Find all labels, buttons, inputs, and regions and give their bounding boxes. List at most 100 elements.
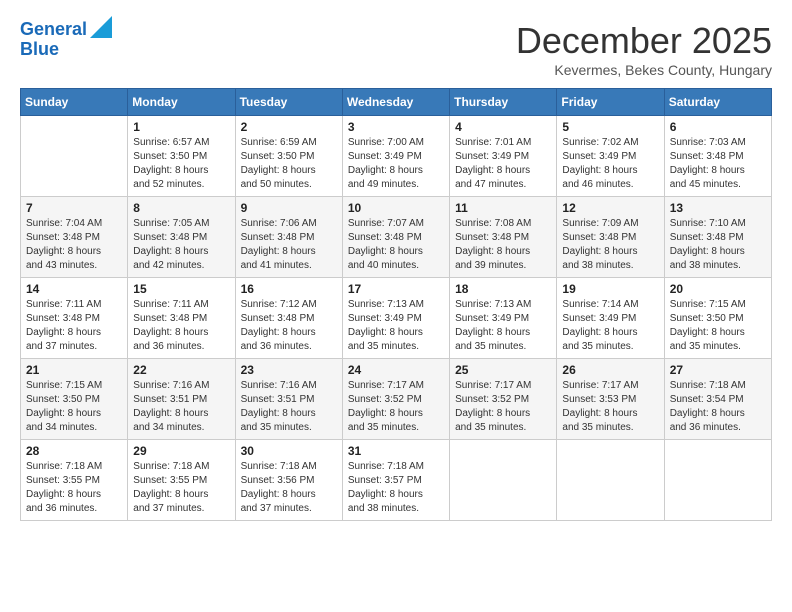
day-cell: 4 Sunrise: 7:01 AM Sunset: 3:49 PM Daylig…	[450, 116, 557, 197]
day-cell	[450, 440, 557, 521]
day-cell: 7 Sunrise: 7:04 AM Sunset: 3:48 PM Daylig…	[21, 197, 128, 278]
day-number: 8	[133, 201, 229, 215]
logo: General Blue	[20, 20, 112, 60]
day-info: Sunrise: 7:14 AM Sunset: 3:49 PM Dayligh…	[562, 298, 658, 354]
day-number: 19	[562, 282, 658, 296]
day-info: Sunrise: 7:16 AM Sunset: 3:51 PM Dayligh…	[241, 379, 337, 435]
day-cell: 31 Sunrise: 7:18 AM Sunset: 3:57 PM Dayli…	[342, 440, 449, 521]
day-number: 15	[133, 282, 229, 296]
day-number: 1	[133, 120, 229, 134]
day-info: Sunrise: 7:08 AM Sunset: 3:48 PM Dayligh…	[455, 217, 551, 273]
day-number: 18	[455, 282, 551, 296]
day-number: 14	[26, 282, 122, 296]
day-info: Sunrise: 7:15 AM Sunset: 3:50 PM Dayligh…	[670, 298, 766, 354]
day-cell	[21, 116, 128, 197]
days-header-row: SundayMondayTuesdayWednesdayThursdayFrid…	[21, 89, 772, 116]
day-number: 13	[670, 201, 766, 215]
day-info: Sunrise: 7:16 AM Sunset: 3:51 PM Dayligh…	[133, 379, 229, 435]
day-number: 2	[241, 120, 337, 134]
month-title: December 2025	[516, 20, 772, 62]
day-cell: 22 Sunrise: 7:16 AM Sunset: 3:51 PM Dayli…	[128, 359, 235, 440]
title-block: December 2025 Kevermes, Bekes County, Hu…	[516, 20, 772, 78]
day-cell: 21 Sunrise: 7:15 AM Sunset: 3:50 PM Dayli…	[21, 359, 128, 440]
day-cell: 30 Sunrise: 7:18 AM Sunset: 3:56 PM Dayli…	[235, 440, 342, 521]
day-number: 30	[241, 444, 337, 458]
day-info: Sunrise: 6:59 AM Sunset: 3:50 PM Dayligh…	[241, 136, 337, 192]
day-info: Sunrise: 7:11 AM Sunset: 3:48 PM Dayligh…	[133, 298, 229, 354]
week-row-5: 28 Sunrise: 7:18 AM Sunset: 3:55 PM Dayli…	[21, 440, 772, 521]
page-header: General Blue December 2025 Kevermes, Bek…	[20, 20, 772, 78]
day-number: 9	[241, 201, 337, 215]
day-info: Sunrise: 7:10 AM Sunset: 3:48 PM Dayligh…	[670, 217, 766, 273]
day-cell: 25Sunrise: 7:17 AM Sunset: 3:52 PM Dayli…	[450, 359, 557, 440]
day-cell: 26Sunrise: 7:17 AM Sunset: 3:53 PM Dayli…	[557, 359, 664, 440]
day-number: 24	[348, 363, 444, 377]
day-cell: 17Sunrise: 7:13 AM Sunset: 3:49 PM Dayli…	[342, 278, 449, 359]
day-info: Sunrise: 7:06 AM Sunset: 3:48 PM Dayligh…	[241, 217, 337, 273]
day-info: Sunrise: 7:15 AM Sunset: 3:50 PM Dayligh…	[26, 379, 122, 435]
day-cell: 23 Sunrise: 7:16 AM Sunset: 3:51 PM Dayli…	[235, 359, 342, 440]
day-cell: 15 Sunrise: 7:11 AM Sunset: 3:48 PM Dayli…	[128, 278, 235, 359]
day-number: 6	[670, 120, 766, 134]
day-info: Sunrise: 7:18 AM Sunset: 3:57 PM Dayligh…	[348, 460, 444, 516]
day-info: Sunrise: 7:18 AM Sunset: 3:55 PM Dayligh…	[26, 460, 122, 516]
day-cell: 1 Sunrise: 6:57 AM Sunset: 3:50 PM Daylig…	[128, 116, 235, 197]
logo-icon	[90, 16, 112, 38]
logo-text-line1: General	[20, 20, 87, 40]
day-cell: 5 Sunrise: 7:02 AM Sunset: 3:49 PM Daylig…	[557, 116, 664, 197]
day-cell: 6 Sunrise: 7:03 AM Sunset: 3:48 PM Daylig…	[664, 116, 771, 197]
day-number: 23	[241, 363, 337, 377]
day-number: 20	[670, 282, 766, 296]
day-cell: 20 Sunrise: 7:15 AM Sunset: 3:50 PM Dayli…	[664, 278, 771, 359]
day-info: Sunrise: 7:13 AM Sunset: 3:49 PM Dayligh…	[455, 298, 551, 354]
day-number: 31	[348, 444, 444, 458]
day-number: 5	[562, 120, 658, 134]
day-info: Sunrise: 7:04 AM Sunset: 3:48 PM Dayligh…	[26, 217, 122, 273]
day-info: Sunrise: 7:05 AM Sunset: 3:48 PM Dayligh…	[133, 217, 229, 273]
day-cell: 3 Sunrise: 7:00 AM Sunset: 3:49 PM Daylig…	[342, 116, 449, 197]
day-cell: 13 Sunrise: 7:10 AM Sunset: 3:48 PM Dayli…	[664, 197, 771, 278]
day-info: Sunrise: 7:07 AM Sunset: 3:48 PM Dayligh…	[348, 217, 444, 273]
week-row-2: 7 Sunrise: 7:04 AM Sunset: 3:48 PM Daylig…	[21, 197, 772, 278]
day-info: Sunrise: 7:17 AM Sunset: 3:52 PM Dayligh…	[455, 379, 551, 435]
day-number: 28	[26, 444, 122, 458]
day-number: 16	[241, 282, 337, 296]
day-number: 17	[348, 282, 444, 296]
day-info: Sunrise: 7:00 AM Sunset: 3:49 PM Dayligh…	[348, 136, 444, 192]
day-info: Sunrise: 7:18 AM Sunset: 3:56 PM Dayligh…	[241, 460, 337, 516]
day-header-tuesday: Tuesday	[235, 89, 342, 116]
day-cell	[557, 440, 664, 521]
day-number: 27	[670, 363, 766, 377]
day-info: Sunrise: 6:57 AM Sunset: 3:50 PM Dayligh…	[133, 136, 229, 192]
day-cell	[664, 440, 771, 521]
day-header-sunday: Sunday	[21, 89, 128, 116]
day-info: Sunrise: 7:17 AM Sunset: 3:52 PM Dayligh…	[348, 379, 444, 435]
day-number: 11	[455, 201, 551, 215]
day-cell: 11 Sunrise: 7:08 AM Sunset: 3:48 PM Dayli…	[450, 197, 557, 278]
week-row-4: 21 Sunrise: 7:15 AM Sunset: 3:50 PM Dayli…	[21, 359, 772, 440]
day-number: 3	[348, 120, 444, 134]
day-number: 7	[26, 201, 122, 215]
day-info: Sunrise: 7:01 AM Sunset: 3:49 PM Dayligh…	[455, 136, 551, 192]
day-cell: 12 Sunrise: 7:09 AM Sunset: 3:48 PM Dayli…	[557, 197, 664, 278]
day-number: 29	[133, 444, 229, 458]
day-number: 21	[26, 363, 122, 377]
day-info: Sunrise: 7:02 AM Sunset: 3:49 PM Dayligh…	[562, 136, 658, 192]
day-info: Sunrise: 7:03 AM Sunset: 3:48 PM Dayligh…	[670, 136, 766, 192]
day-cell: 24 Sunrise: 7:17 AM Sunset: 3:52 PM Dayli…	[342, 359, 449, 440]
day-number: 26	[562, 363, 658, 377]
day-number: 22	[133, 363, 229, 377]
day-number: 4	[455, 120, 551, 134]
logo-text-line2: Blue	[20, 40, 59, 60]
day-header-friday: Friday	[557, 89, 664, 116]
day-cell: 14Sunrise: 7:11 AM Sunset: 3:48 PM Dayli…	[21, 278, 128, 359]
day-number: 10	[348, 201, 444, 215]
day-cell: 29Sunrise: 7:18 AM Sunset: 3:55 PM Dayli…	[128, 440, 235, 521]
day-header-monday: Monday	[128, 89, 235, 116]
calendar-table: SundayMondayTuesdayWednesdayThursdayFrid…	[20, 88, 772, 521]
day-info: Sunrise: 7:09 AM Sunset: 3:48 PM Dayligh…	[562, 217, 658, 273]
day-info: Sunrise: 7:12 AM Sunset: 3:48 PM Dayligh…	[241, 298, 337, 354]
day-header-wednesday: Wednesday	[342, 89, 449, 116]
day-number: 12	[562, 201, 658, 215]
day-header-saturday: Saturday	[664, 89, 771, 116]
